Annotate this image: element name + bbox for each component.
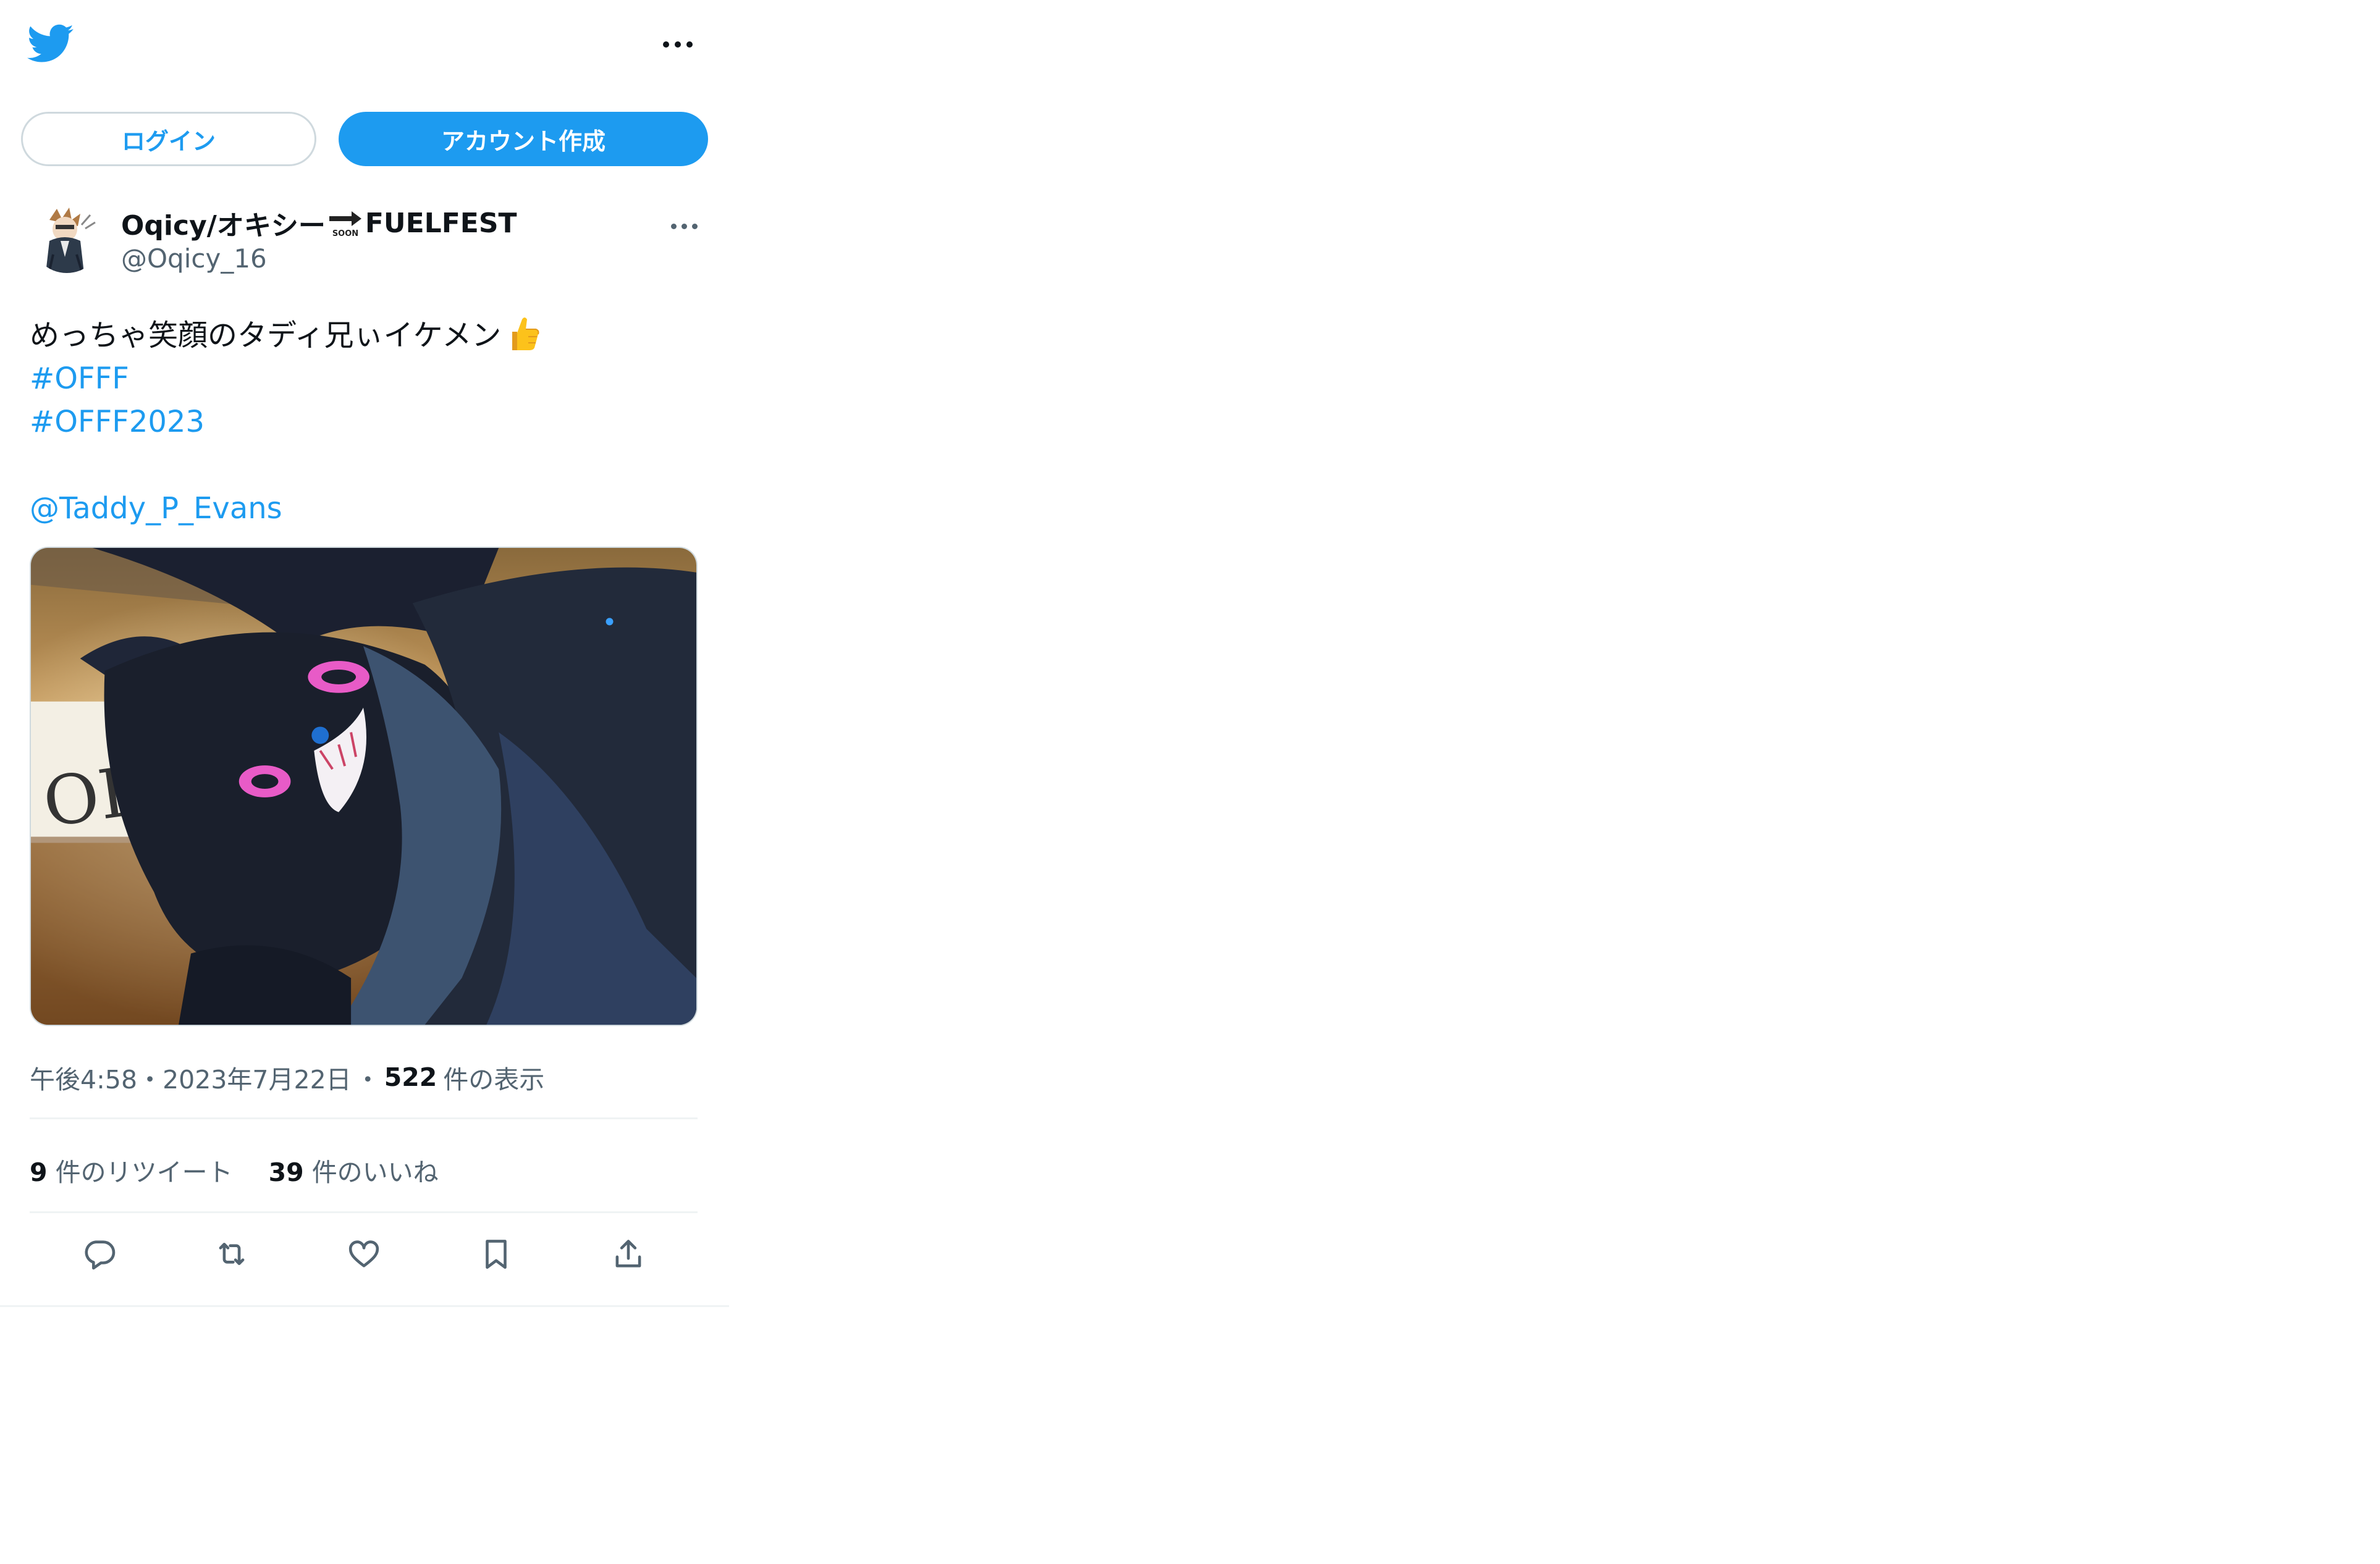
twitter-bird-icon[interactable] [27,23,74,64]
views-separator: ・ [355,1065,381,1095]
tweet-column: ログイン アカウント作成 Oqicy/オキシー SOON FUELFEST @O… [0,0,729,1307]
avatar-illustration [31,201,103,273]
login-button[interactable]: ログイン [21,112,316,166]
hashtag-line-2: #OFFF2023 [30,400,709,444]
share-icon-svg [615,1240,641,1268]
retweets-label: 件のリツイート [55,1158,233,1187]
display-name-part1: Oqicy/オキシー [121,210,326,242]
author-handle[interactable]: @Oqicy_16 [121,243,267,274]
tweet-text-body: めっちゃ笑顔のタディ兄ぃイケメン [30,318,502,353]
tweet-photo[interactable]: OFFF [30,547,698,1026]
thumbs-up-emoji [504,314,541,353]
signup-button[interactable]: アカウント作成 [339,112,708,166]
retweets-count: 9 [30,1158,48,1187]
twitter-bird-icon-svg [27,24,74,62]
share-icon[interactable] [601,1226,656,1282]
avatar[interactable] [31,201,103,273]
tweet-text-line: めっちゃ笑顔のタディ兄ぃイケメン [30,314,709,357]
hashtag-offf2023[interactable]: #OFFF2023 [30,405,205,439]
display-name[interactable]: Oqicy/オキシー SOON FUELFEST [121,205,517,242]
hashtag-line-1: #OFFF [30,357,709,400]
tweet-stats: 9 件のリツイート 39 件のいいね [30,1151,439,1188]
reply-icon-svg [85,1240,116,1270]
bookmark-icon[interactable] [468,1226,524,1282]
tweet-text: めっちゃ笑顔のタディ兄ぃイケメン #OFFF #OFFF2023 @Taddy_… [30,314,709,530]
mention-link[interactable]: @Taddy_P_Evans [30,491,282,526]
tweet-meta: 午後4:58 ・ 2023年7月22日 ・ 522 件の表示 [30,1059,544,1096]
reply-icon[interactable] [72,1226,127,1282]
soon-arrow-emoji-svg: SOON [329,211,361,238]
heart-icon-svg [348,1240,379,1268]
likes-label: 件のいいね [311,1158,439,1187]
date-separator: ・ [137,1065,163,1095]
likes-stat[interactable]: 39 件のいいね [269,1151,439,1188]
svg-text:SOON: SOON [332,229,358,238]
more-dots [663,41,693,48]
action-bar [30,1226,698,1282]
views-count: 522 [384,1062,437,1092]
tweet-date[interactable]: 2023年7月22日 [162,1059,352,1096]
top-bar [0,0,729,93]
likes-count: 39 [268,1158,304,1187]
tweet-time[interactable]: 午後4:58 [30,1059,137,1096]
views-label: 件の表示 [443,1065,545,1095]
retweet-icon-svg [219,1242,245,1266]
tweet-photo-illustration: OFFF [31,548,696,1025]
divider-bottom [30,1211,698,1213]
retweet-icon[interactable] [204,1226,260,1282]
more-horizontal-icon[interactable] [656,28,699,61]
display-name-part2: FUELFEST [365,207,517,239]
hashtag-offf[interactable]: #OFFF [30,361,129,396]
tweet-more-icon[interactable] [664,212,704,240]
divider-top [30,1117,698,1119]
retweets-stat[interactable]: 9 件のリツイート [30,1151,233,1188]
tweet-more-dots [670,223,698,229]
mention-line: @Taddy_P_Evans [30,487,709,530]
soon-arrow-emoji: SOON [327,208,364,238]
thumbs-up-emoji-svg [512,317,539,350]
heart-icon[interactable] [336,1226,392,1282]
page: ログイン アカウント作成 Oqicy/オキシー SOON FUELFEST @O… [0,0,2380,1564]
bookmark-icon-svg [486,1240,507,1269]
